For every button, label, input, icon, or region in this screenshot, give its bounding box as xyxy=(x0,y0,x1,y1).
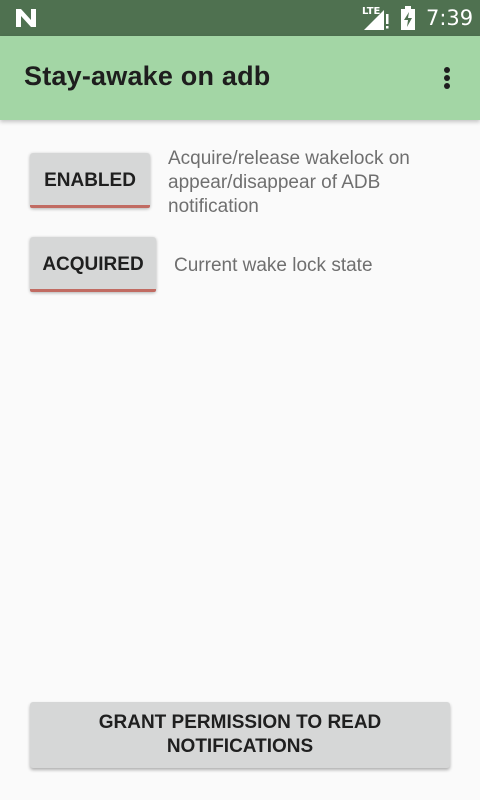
status-clock: 7:39 xyxy=(426,6,474,30)
grant-permission-button[interactable]: GRANT PERMISSION TO READ NOTIFICATIONS xyxy=(30,702,450,768)
status-bar: LTE 7:39 xyxy=(0,0,480,36)
acquired-description: Current wake lock state xyxy=(174,255,373,276)
enabled-description: Acquire/release wakelock on appear/disap… xyxy=(168,148,410,217)
acquired-toggle-button[interactable]: ACQUIRED xyxy=(30,237,156,292)
app-title: Stay-awake on adb xyxy=(24,61,271,91)
toggle-on-indicator xyxy=(30,205,150,208)
app-bar: Stay-awake on adb xyxy=(0,36,480,120)
more-vert-icon[interactable] xyxy=(432,60,462,96)
android-n-icon xyxy=(16,9,36,27)
enabled-toggle-button[interactable]: ENABLED xyxy=(30,153,150,208)
signal-icon xyxy=(364,10,389,30)
acquired-toggle-label: ACQUIRED xyxy=(42,254,144,275)
toggle-on-indicator xyxy=(30,289,156,292)
grant-permission-label-line1: GRANT PERMISSION TO READ xyxy=(98,712,382,733)
grant-permission-label-line2: NOTIFICATIONS xyxy=(166,736,314,757)
enabled-toggle-label: ENABLED xyxy=(44,170,136,191)
battery-charging-icon xyxy=(401,6,415,30)
